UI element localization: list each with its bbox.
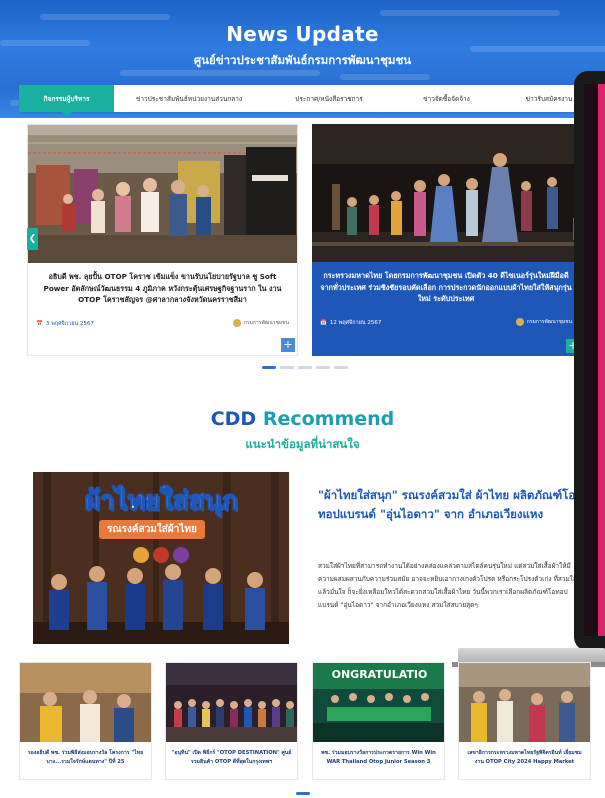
news-photo-otop-fair[interactable] [28,125,297,263]
news-card[interactable]: อธิบดี พช. ลุยปั้น OTOP โคราช เข้มแข็ง ข… [27,124,298,356]
bottom-news-headline[interactable]: รองอธิบดี พช. ร่วมพิธีส่งมอบรางวัล โครงก… [24,749,147,767]
banner-title: News Update [226,22,379,46]
recommend-title-part1: CDD [210,408,257,430]
news-headline[interactable]: อธิบดี พช. ลุยปั้น OTOP โคราช เข้มแข็ง ข… [35,271,290,306]
news-source-text: กรมการพัฒนาชุมชน [526,319,572,325]
bottom-carousel-dots [296,792,310,795]
recommend-section-title: CDD Recommend [0,408,605,430]
bottom-news-photo[interactable] [20,663,151,742]
read-more-plus-button[interactable]: + [281,338,295,352]
recommend-heading[interactable]: "ผ้าไทยใส่สนุก" รณรงค์สวมใส่ ผ้าไทย ผลิต… [318,486,580,524]
bottom-news-card[interactable]: "อนุทิน" เปิด พิธีกร์ "OTOP DESTINATION"… [165,662,298,780]
news-date-text: 3 พฤศจิกายน 2567 [45,321,94,327]
tab-announcements[interactable]: ประกาศ/หนังสือราชการ [264,85,394,112]
bottom-news-headline[interactable]: เลขาธิการกระทรวงมหาดไทยรัฐพิจิตรอินท์ เย… [463,749,586,767]
carousel-dot[interactable] [280,366,294,369]
cdd-logo-icon [515,318,524,326]
news-card[interactable]: กระทรวงมหาดไทย โดยกรมการพัฒนาชุมชน เปิดต… [312,124,580,356]
carousel-dot[interactable] [316,366,330,369]
news-tab-bar: กิจกรรมผู้บริหาร ข่าวประชาสัมพันธ์หน่วยง… [19,85,599,117]
news-date-text: 12 พฤศจิกายน 2567 [329,320,382,326]
carousel-dot[interactable] [298,366,312,369]
news-source: กรมการพัฒนาชุมชน [515,318,572,326]
carousel-dot[interactable] [262,366,276,369]
bottom-news-photo[interactable] [166,663,297,742]
news-source: กรมการพัฒนาชุมชน [232,319,289,327]
cdd-logo-icon [232,319,241,327]
bottom-news-card[interactable]: ONGRATULATIO พช. ร่วมมอบรางวัลการประกวดร… [312,662,445,780]
bottom-news-card[interactable]: รองอธิบดี พช. ร่วมพิธีส่งมอบรางวัล โครงก… [19,662,152,780]
news-headline[interactable]: กระทรวงมหาดไทย โดยกรมการพัฒนาชุมชน เปิดต… [319,270,573,305]
recommend-section-subtitle: แนะนำข้อมูลที่น่าสนใจ [245,437,360,451]
calendar-icon: 📅 [320,320,327,326]
bottom-news-photo[interactable]: ONGRATULATIO [313,663,444,742]
congratulations-banner-text: ONGRATULATIO [331,668,428,681]
bottom-news-headline[interactable]: "อนุทิน" เปิด พิธีกร์ "OTOP DESTINATION"… [170,749,293,767]
tab-procurement[interactable]: ข่าวจัดซื้อจัดจ้าง [394,85,499,112]
recommend-title-part2: Recommend [262,408,395,430]
recommend-feature-image[interactable]: ผ้าไทยใส่สนุก รณรงค์สวมใส่ผ้าไทย [33,472,289,644]
carousel-dot[interactable] [296,792,310,795]
banner-subtitle: ศูนย์ข่าวประชาสัมพันธ์กรมการพัฒนาชุมชน [193,53,412,67]
news-date: 📅 12 พฤศจิกายน 2567 [320,319,381,327]
carousel-dot[interactable] [334,366,348,369]
tab-executive-activities[interactable]: กิจกรรมผู้บริหาร [19,85,114,117]
news-date: 📅 3 พฤศจิกายน 2567 [36,320,94,328]
calendar-icon: 📅 [36,321,43,327]
device-mockup-pink-panel [598,84,605,636]
bottom-news-card[interactable]: เลขาธิการกระทรวงมหาดไทยรัฐพิจิตรอินท์ เย… [458,662,591,780]
news-photo-fashion-show[interactable] [312,124,580,262]
carousel-prev-arrow-icon[interactable]: ❮ [27,228,38,250]
bottom-news-photo[interactable] [459,663,590,742]
recommend-body-text: สวมใส่ผ้าไทยที่สามารถทำงานได้อย่างคล่องแ… [318,562,577,609]
news-source-text: กรมการพัฒนาชุมชน [243,320,289,326]
page: News Update ศูนย์ข่าวประชาสัมพันธ์กรมการ… [0,0,605,798]
news-carousel-dots [262,366,348,369]
recommend-image-headline: ผ้าไทยใส่สนุก [84,486,238,517]
tab-central-agency-news[interactable]: ข่าวประชาสัมพันธ์หน่วยงานส่วนกลาง [114,85,264,112]
recommend-image-tagline: รณรงค์สวมใส่ผ้าไทย [99,520,205,539]
bottom-news-headline[interactable]: พช. ร่วมมอบรางวัลการประกวดรายการ Win Win… [317,749,440,767]
